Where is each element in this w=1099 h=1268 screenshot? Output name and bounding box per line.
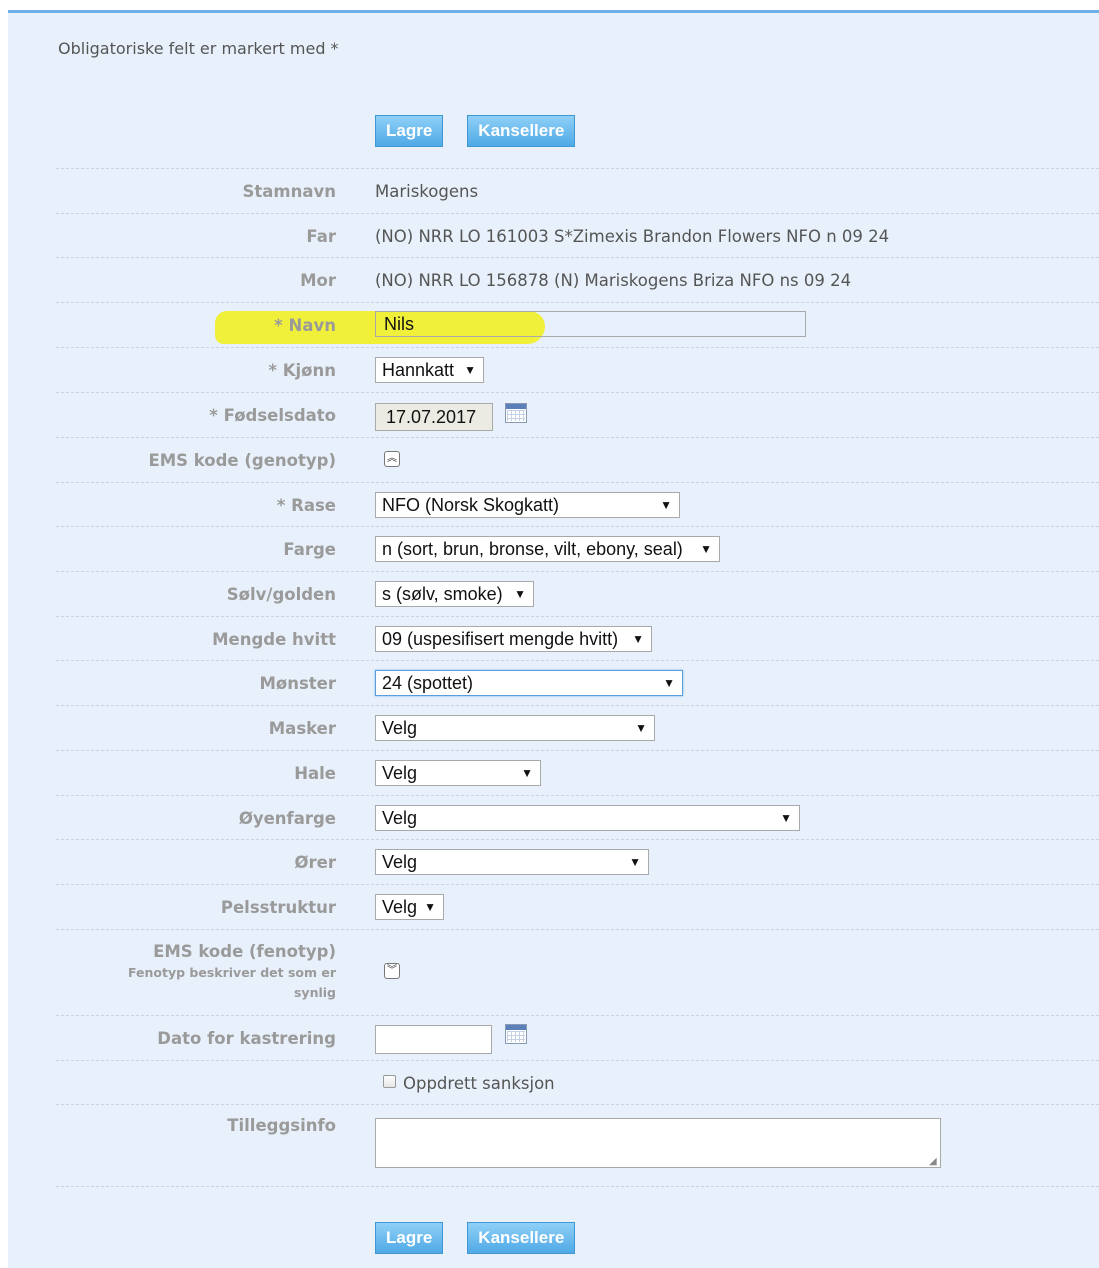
fodselsdato-label: * Fødselsdato — [209, 406, 336, 425]
mask-select[interactable]: Velg ▼ — [375, 715, 655, 741]
gender-select-value: Hannkatt — [382, 360, 455, 380]
row-far: Far (NO) NRR LO 161003 S*Zimexis Brandon… — [56, 213, 1099, 258]
dropdown-arrow-icon: ▼ — [464, 363, 476, 377]
resize-handle-icon[interactable]: ◢ — [929, 1156, 937, 1167]
chevron-double-up-icon[interactable]: ︽ — [384, 451, 400, 467]
eye-color-select-value: Velg — [382, 808, 418, 828]
dropdown-arrow-icon: ▼ — [663, 676, 675, 690]
dropdown-arrow-icon: ▼ — [629, 855, 641, 869]
ems-fenotyp-label: EMS kode (fenotyp) — [153, 942, 336, 961]
kjonn-label: * Kjønn — [268, 361, 336, 380]
required-note: Obligatoriske felt er markert med * — [58, 39, 339, 58]
gender-select[interactable]: Hannkatt ▼ — [375, 357, 484, 383]
eye-color-select[interactable]: Velg ▼ — [375, 805, 800, 831]
tillegg-label: Tilleggsinfo — [227, 1116, 336, 1135]
row-fodselsdato: * Fødselsdato 17.07.2017 — [56, 392, 1099, 437]
farge-label: Farge — [283, 540, 336, 559]
ems-fenotyp-subtext: Fenotyp beskriver det som er synlig — [128, 965, 336, 1000]
ears-select[interactable]: Velg ▼ — [375, 849, 649, 875]
chevron-double-down-icon[interactable]: ︾ — [384, 963, 400, 979]
pels-label: Pelsstruktur — [220, 898, 336, 917]
ems-fenotyp-label-group: EMS kode (fenotyp) Fenotyp beskriver det… — [86, 942, 336, 1003]
row-tillegg: Tilleggsinfo ◢ — [56, 1104, 1099, 1189]
dropdown-arrow-icon: ▼ — [632, 632, 644, 646]
pattern-select[interactable]: 24 (spottet) ▼ — [375, 670, 683, 696]
masker-label: Masker — [268, 719, 336, 738]
ems-genotyp-label: EMS kode (genotyp) — [148, 451, 336, 470]
white-amount-select-value: 09 (uspesifisert mengde hvitt) — [382, 629, 619, 649]
row-navn: * Navn Nils — [56, 302, 1099, 347]
row-masker: Masker Velg ▼ — [56, 705, 1099, 750]
row-hale: Hale Velg ▼ — [56, 750, 1099, 795]
calendar-icon[interactable] — [505, 1024, 527, 1044]
cancel-button[interactable]: Kansellere — [467, 115, 576, 147]
color-select-value: n (sort, brun, bronse, vilt, ebony, seal… — [382, 539, 683, 559]
mor-label: Mor — [300, 271, 336, 290]
row-ems-genotyp: EMS kode (genotyp) ︽ — [56, 437, 1099, 482]
row-monster: Mønster 24 (spottet) ▼ — [56, 660, 1099, 705]
row-mor: Mor (NO) NRR LO 156878 (N) Mariskogens B… — [56, 257, 1099, 302]
coat-select-value: Velg — [382, 897, 418, 917]
rase-label: * Rase — [276, 496, 336, 515]
kastrering-label: Dato for kastrering — [157, 1029, 336, 1048]
far-value: (NO) NRR LO 161003 S*Zimexis Brandon Flo… — [375, 227, 890, 246]
orer-label: Ører — [294, 853, 337, 872]
row-farge: Farge n (sort, brun, bronse, vilt, ebony… — [56, 526, 1099, 571]
dropdown-arrow-icon: ▼ — [514, 587, 526, 601]
hale-label: Hale — [294, 764, 336, 783]
cancel-button[interactable]: Kansellere — [467, 1222, 576, 1254]
pattern-select-value: 24 (spottet) — [382, 673, 474, 693]
stamnavn-label: Stamnavn — [242, 182, 336, 201]
tail-select[interactable]: Velg ▼ — [375, 760, 541, 786]
neuter-date-input[interactable] — [375, 1025, 492, 1054]
row-sanksjon: Oppdrett sanksjon — [56, 1060, 1099, 1105]
row-rase: * Rase NFO (Norsk Skogkatt) ▼ — [56, 482, 1099, 527]
top-button-bar: Lagre Kansellere — [375, 115, 599, 147]
save-button[interactable]: Lagre — [375, 115, 444, 147]
far-label: Far — [306, 227, 336, 246]
additional-info-textarea[interactable] — [375, 1118, 941, 1168]
breed-select-value: NFO (Norsk Skogkatt) — [382, 495, 560, 515]
oyenfarge-label: Øyenfarge — [238, 809, 336, 828]
monster-label: Mønster — [259, 674, 336, 693]
dropdown-arrow-icon: ▼ — [635, 721, 647, 735]
row-oyenfarge: Øyenfarge Velg ▼ — [56, 795, 1099, 840]
dropdown-arrow-icon: ▼ — [424, 900, 436, 914]
row-pels: Pelsstruktur Velg ▼ — [56, 884, 1099, 929]
silver-golden-select[interactable]: s (sølv, smoke) ▼ — [375, 581, 534, 607]
silver-golden-select-value: s (sølv, smoke) — [382, 584, 503, 604]
row-kastrering: Dato for kastrering — [56, 1015, 1099, 1060]
row-kjonn: * Kjønn Hannkatt ▼ — [56, 347, 1099, 392]
navn-label: * Navn — [274, 316, 336, 335]
bottom-divider — [56, 1186, 1099, 1188]
white-amount-select[interactable]: 09 (uspesifisert mengde hvitt) ▼ — [375, 626, 652, 652]
solv-label: Sølv/golden — [226, 585, 336, 604]
bottom-button-bar: Lagre Kansellere — [375, 1222, 599, 1254]
tail-select-value: Velg — [382, 763, 418, 783]
color-select[interactable]: n (sort, brun, bronse, vilt, ebony, seal… — [375, 536, 720, 562]
dropdown-arrow-icon: ▼ — [780, 811, 792, 825]
row-stamnavn: Stamnavn Mariskogens — [56, 168, 1099, 213]
row-ems-fenotyp: EMS kode (fenotyp) Fenotyp beskriver det… — [56, 929, 1099, 1015]
sanction-checkbox[interactable] — [383, 1075, 396, 1088]
form-panel: Obligatoriske felt er markert med * Lagr… — [8, 10, 1099, 1268]
sanction-label: Oppdrett sanksjon — [403, 1074, 555, 1093]
mor-value: (NO) NRR LO 156878 (N) Mariskogens Briza… — [375, 271, 852, 290]
dropdown-arrow-icon: ▼ — [660, 498, 672, 512]
row-solv: Sølv/golden s (sølv, smoke) ▼ — [56, 571, 1099, 616]
birthdate-input[interactable]: 17.07.2017 — [375, 403, 493, 431]
coat-select[interactable]: Velg ▼ — [375, 894, 444, 920]
name-input[interactable]: Nils — [375, 311, 806, 337]
row-hvitt: Mengde hvitt 09 (uspesifisert mengde hvi… — [56, 616, 1099, 661]
calendar-icon[interactable] — [505, 403, 527, 423]
ears-select-value: Velg — [382, 852, 418, 872]
dropdown-arrow-icon: ▼ — [700, 542, 712, 556]
breed-select[interactable]: NFO (Norsk Skogkatt) ▼ — [375, 492, 680, 518]
hvitt-label: Mengde hvitt — [212, 630, 336, 649]
stamnavn-value: Mariskogens — [375, 182, 479, 201]
save-button[interactable]: Lagre — [375, 1222, 444, 1254]
row-orer: Ører Velg ▼ — [56, 839, 1099, 884]
dropdown-arrow-icon: ▼ — [521, 766, 533, 780]
mask-select-value: Velg — [382, 718, 418, 738]
